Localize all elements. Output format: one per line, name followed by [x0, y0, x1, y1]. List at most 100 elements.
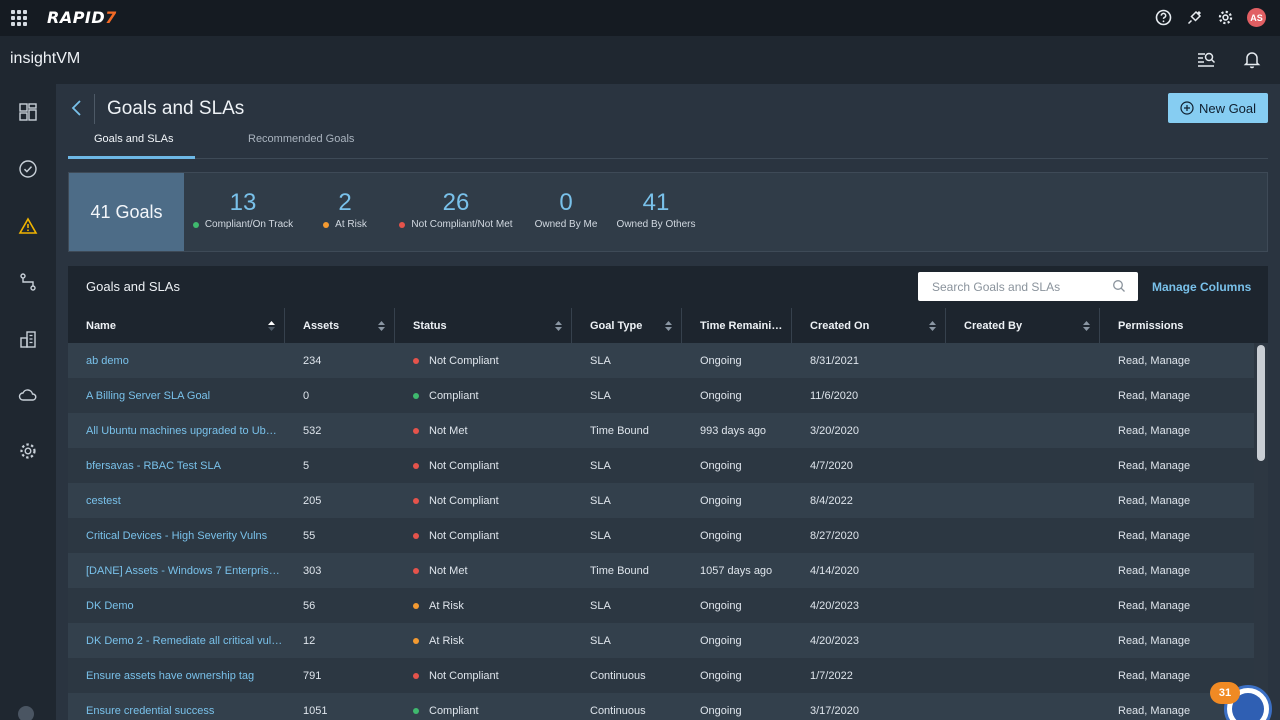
cell-created-on: 11/6/2020 [792, 378, 946, 413]
warning-triangle-icon[interactable] [17, 215, 39, 237]
table-row[interactable]: Ensure assets have ownership tag 791 Not C… [68, 658, 1254, 693]
column-header-permissions[interactable]: Permissions [1100, 308, 1268, 343]
cell-name[interactable]: Ensure credential success [68, 693, 285, 720]
column-header-assets[interactable]: Assets [285, 308, 395, 343]
column-header-created-by[interactable]: Created By [946, 308, 1100, 343]
cell-status: Compliant [395, 693, 572, 720]
rapid7-logo[interactable]: RAPID7 [47, 8, 117, 27]
cell-created-on-text: 1/7/2022 [810, 669, 853, 682]
column-header-time-remaining[interactable]: Time Remaini… [682, 308, 792, 343]
table-row[interactable]: DK Demo 56 At Risk SLA Ongoing 4/20/2023 Read,… [68, 588, 1254, 623]
plug-icon[interactable] [1185, 9, 1203, 27]
user-avatar[interactable]: AS [1247, 8, 1266, 27]
cell-name[interactable]: DK Demo [68, 588, 285, 623]
dashboard-icon[interactable] [17, 101, 39, 123]
cell-status: Not Compliant [395, 448, 572, 483]
cell-name[interactable]: DK Demo 2 - Remediate all critical vul… [68, 623, 285, 658]
cell-permissions: Read, Manage [1100, 588, 1254, 623]
table-row[interactable]: [DANE] Assets - Windows 7 Enterpris… 303 N… [68, 553, 1254, 588]
table-row[interactable]: bfersavas - RBAC Test SLA 5 Not Compliant S… [68, 448, 1254, 483]
stat-not-compliant[interactable]: 26 Not Compliant/Not Met [395, 189, 517, 230]
column-header-name[interactable]: Name [68, 308, 285, 343]
table-row[interactable]: Critical Devices - High Severity Vulns 55… [68, 518, 1254, 553]
cell-assets-text: 0 [303, 389, 310, 402]
cell-name[interactable]: cestest [68, 483, 285, 518]
search-input[interactable]: Search Goals and SLAs [918, 272, 1138, 301]
cell-goal-type: Time Bound [572, 553, 682, 588]
stat-owned-by-others[interactable]: 41 Owned By Others [617, 189, 696, 230]
sidebar-expand-button[interactable] [18, 706, 34, 720]
cell-name[interactable]: [DANE] Assets - Windows 7 Enterpris… [68, 553, 285, 588]
notification-count-badge[interactable]: 31 [1210, 682, 1240, 704]
table-scrollbar[interactable] [1254, 343, 1268, 720]
cell-time-remaining: 1057 days ago [682, 553, 792, 588]
cell-status: Not Compliant [395, 483, 572, 518]
cell-time-remaining-text: Ongoing [700, 599, 742, 612]
status-dot [413, 427, 419, 434]
cell-name[interactable]: A Billing Server SLA Goal [68, 378, 285, 413]
status-dot [413, 602, 419, 609]
search-list-icon[interactable] [1196, 49, 1216, 74]
manage-columns-link[interactable]: Manage Columns [1152, 280, 1251, 294]
cell-name[interactable]: Ensure assets have ownership tag [68, 658, 285, 693]
cell-name-text: Critical Devices - High Severity Vulns [86, 529, 268, 542]
stat-label: Owned By Me [534, 219, 598, 230]
table-row[interactable]: All Ubuntu machines upgraded to Ub… 532 No… [68, 413, 1254, 448]
table-title: Goals and SLAs [86, 279, 180, 294]
cell-permissions-text: Read, Manage [1118, 564, 1191, 577]
cell-time-remaining: Ongoing [682, 518, 792, 553]
building-icon[interactable] [17, 328, 39, 350]
scrollbar-thumb[interactable] [1257, 345, 1265, 461]
apps-grid-icon[interactable] [11, 10, 27, 26]
status-dot [413, 462, 419, 469]
cell-permissions-text: Read, Manage [1118, 634, 1191, 647]
cell-created-by [946, 623, 1100, 658]
cell-name[interactable]: All Ubuntu machines upgraded to Ub… [68, 413, 285, 448]
cell-name-text: ab demo [86, 354, 129, 367]
back-arrow-icon[interactable] [68, 96, 88, 120]
cell-name[interactable]: Critical Devices - High Severity Vulns [68, 518, 285, 553]
settings-gear-icon[interactable] [17, 440, 39, 462]
cell-assets: 12 [285, 623, 395, 658]
cell-time-remaining-text: Ongoing [700, 669, 742, 682]
cell-status-text: Not Compliant [429, 669, 499, 682]
tab-goals-and-slas[interactable]: Goals and SLAs [94, 133, 174, 145]
cell-goal-type-text: SLA [590, 494, 611, 507]
table-header-bar: Goals and SLAs Search Goals and SLAs Man… [68, 266, 1268, 308]
check-circle-icon[interactable] [17, 158, 39, 180]
column-header-goal-type[interactable]: Goal Type [572, 308, 682, 343]
cell-name[interactable]: ab demo [68, 343, 285, 378]
new-goal-label: New Goal [1198, 100, 1257, 116]
cell-permissions: Read, Manage [1100, 483, 1254, 518]
new-goal-button[interactable]: New Goal [1168, 93, 1268, 123]
stat-at-risk[interactable]: 2 At Risk [317, 189, 373, 230]
table-row[interactable]: A Billing Server SLA Goal 0 Compliant SLA On… [68, 378, 1254, 413]
table-row[interactable]: cestest 205 Not Compliant SLA Ongoing 8/4/202… [68, 483, 1254, 518]
column-header-status[interactable]: Status [395, 308, 572, 343]
cell-status: Not Compliant [395, 658, 572, 693]
app-bar: insightVM [0, 36, 1280, 84]
cell-goal-type-text: Time Bound [590, 424, 649, 437]
table-row[interactable]: DK Demo 2 - Remediate all critical vul… 1… [68, 623, 1254, 658]
gear-icon[interactable] [1216, 9, 1234, 27]
table-row[interactable]: Ensure credential success 1051 Compliant Co… [68, 693, 1254, 720]
cell-name-text: Ensure credential success [86, 704, 215, 717]
column-header-created-on[interactable]: Created On [792, 308, 946, 343]
product-name[interactable]: insightVM [10, 50, 80, 68]
cell-goal-type-text: SLA [590, 459, 611, 472]
cell-created-by [946, 448, 1100, 483]
tab-recommended-goals[interactable]: Recommended Goals [248, 133, 354, 145]
stat-owned-by-me[interactable]: 0 Owned By Me [533, 189, 599, 230]
cloud-icon[interactable] [17, 384, 39, 406]
header-divider [94, 94, 95, 124]
help-icon[interactable] [1154, 9, 1172, 27]
bell-icon[interactable] [1242, 49, 1262, 74]
total-goals[interactable]: 41 Goals [69, 173, 184, 251]
cell-created-on: 3/17/2020 [792, 693, 946, 720]
stat-compliant[interactable]: 13 Compliant/On Track [189, 189, 297, 230]
cell-time-remaining-text: 1057 days ago [700, 564, 773, 577]
table-row[interactable]: ab demo 234 Not Compliant SLA Ongoing 8/31/20… [68, 343, 1254, 378]
cell-created-on-text: 4/20/2023 [810, 599, 859, 612]
cell-name[interactable]: bfersavas - RBAC Test SLA [68, 448, 285, 483]
route-icon[interactable] [17, 271, 39, 293]
